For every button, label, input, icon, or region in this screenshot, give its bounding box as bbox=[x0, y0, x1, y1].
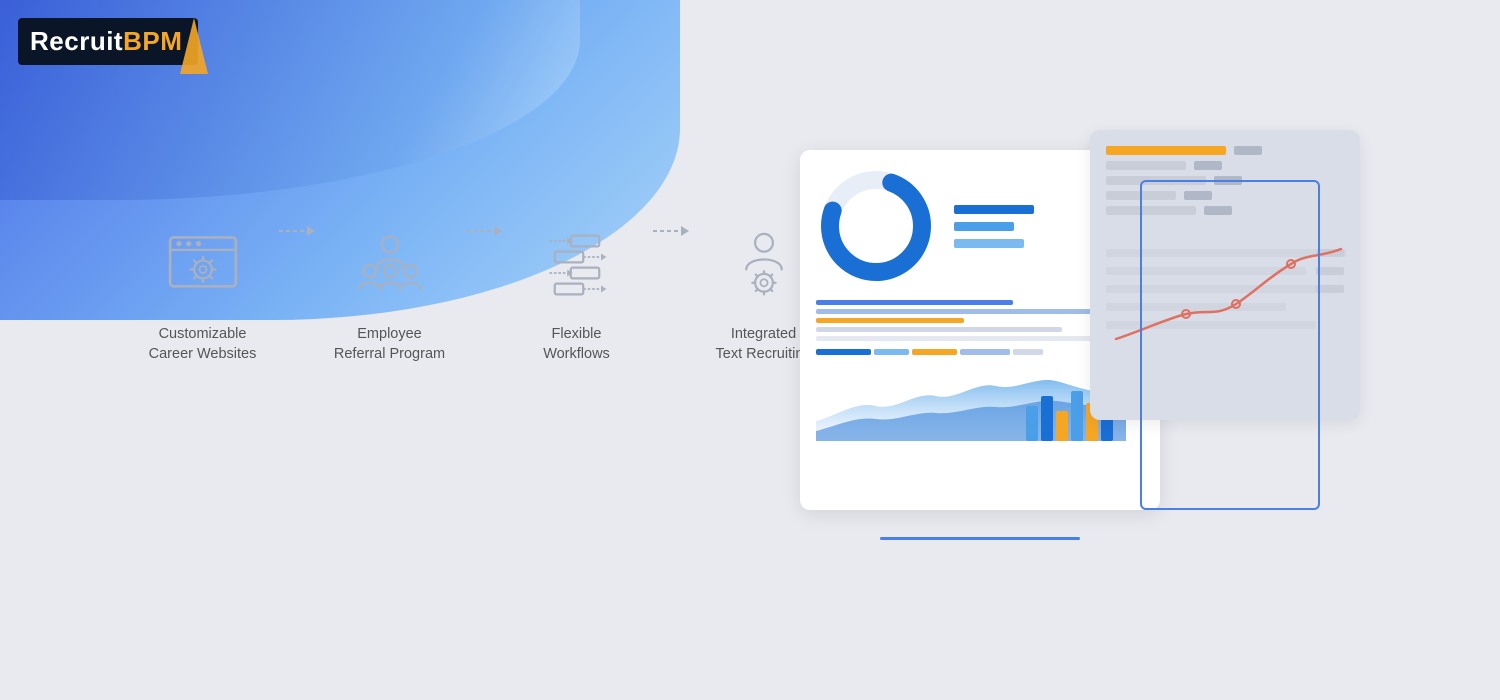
logo-recruit: Recruit bbox=[30, 26, 123, 56]
career-websites-label: CustomizableCareer Websites bbox=[149, 324, 257, 365]
arrow-2 bbox=[464, 220, 502, 297]
legend-bar-1 bbox=[954, 205, 1034, 214]
blue-outline-card bbox=[1140, 180, 1320, 510]
donut-legend bbox=[954, 205, 1034, 248]
logo-text: RecruitBPM bbox=[30, 26, 182, 57]
referral-program-icon-wrap bbox=[345, 220, 435, 310]
text-recruiting-label: IntegratedText Recruiting bbox=[716, 324, 812, 365]
mbar-5 bbox=[1013, 349, 1043, 355]
div-line-1 bbox=[816, 300, 1013, 305]
mbar-2 bbox=[874, 349, 909, 355]
logo-slash-decoration bbox=[180, 18, 208, 74]
mbar-1 bbox=[816, 349, 871, 355]
features-section: CustomizableCareer Websites bbox=[130, 220, 836, 365]
career-websites-icon-wrap bbox=[158, 220, 248, 310]
logo: RecruitBPM bbox=[18, 18, 198, 65]
workflows-label: FlexibleWorkflows bbox=[543, 324, 610, 365]
analytics-bar-row-2 bbox=[1106, 161, 1344, 170]
arrow-3 bbox=[651, 220, 689, 297]
logo-bpm: BPM bbox=[123, 26, 182, 56]
mbar-3 bbox=[912, 349, 957, 355]
div-line-5 bbox=[816, 336, 1111, 341]
legend-bar-2 bbox=[954, 222, 1014, 231]
donut-chart bbox=[816, 166, 936, 286]
arrow-1 bbox=[277, 220, 315, 297]
main-content: RecruitBPM bbox=[0, 0, 1500, 700]
mbar-4 bbox=[960, 349, 1010, 355]
career-websites-icon bbox=[163, 225, 243, 305]
text-recruiting-icon bbox=[724, 225, 804, 305]
analytics-small-bar-1 bbox=[1234, 146, 1262, 155]
div-line-3 bbox=[816, 318, 964, 323]
bottom-accent-line bbox=[880, 537, 1080, 540]
workflows-icon-wrap bbox=[532, 220, 622, 310]
feature-referral-program: EmployeeReferral Program bbox=[317, 220, 462, 365]
referral-program-icon bbox=[350, 225, 430, 305]
legend-bar-3 bbox=[954, 239, 1024, 248]
div-line-4 bbox=[816, 327, 1062, 332]
analytics-bar-gray-1 bbox=[1106, 161, 1186, 170]
text-recruiting-icon-wrap bbox=[719, 220, 809, 310]
analytics-bar-row-1 bbox=[1106, 146, 1344, 155]
workflows-icon bbox=[537, 225, 617, 305]
dashboard-area bbox=[800, 130, 1440, 570]
feature-career-websites: CustomizableCareer Websites bbox=[130, 220, 275, 365]
analytics-bar-orange-1 bbox=[1106, 146, 1226, 155]
feature-workflows: FlexibleWorkflows bbox=[504, 220, 649, 365]
referral-program-label: EmployeeReferral Program bbox=[334, 324, 445, 365]
div-line-2 bbox=[816, 309, 1095, 314]
analytics-small-bar-2 bbox=[1194, 161, 1222, 170]
